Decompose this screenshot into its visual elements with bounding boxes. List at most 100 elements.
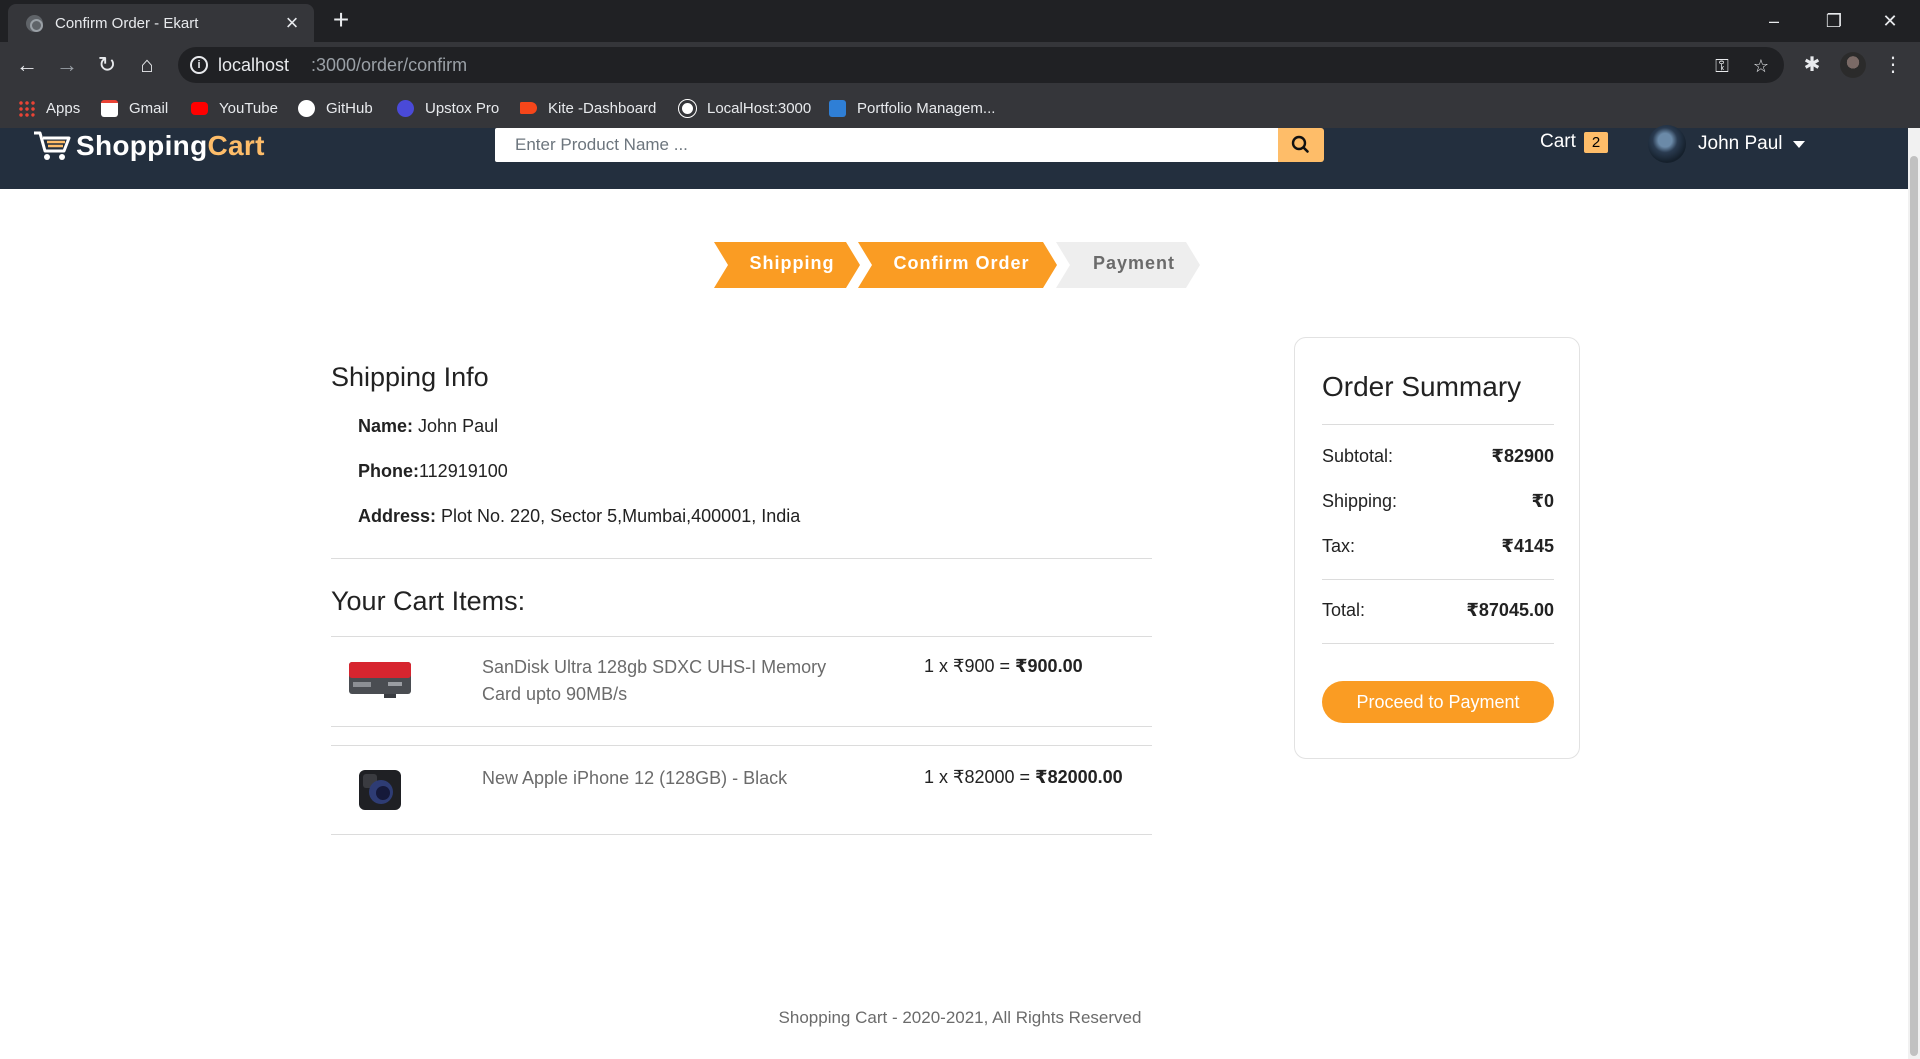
search-icon: [1291, 135, 1309, 153]
subtotal-value: ₹82900: [1491, 446, 1554, 466]
youtube-icon: [191, 101, 208, 115]
portfolio-icon: [829, 99, 846, 117]
apps-grid-icon: [18, 99, 35, 117]
divider: [331, 834, 1152, 835]
extensions-icon[interactable]: ✱: [1799, 52, 1825, 78]
bookmarks-bar: Apps Gmail YouTube GitHub Upstox Pro Kit…: [0, 88, 1920, 128]
total-value: ₹87045.00: [1466, 600, 1554, 620]
qty-price-text: 1 x ₹82000 =: [924, 767, 1036, 787]
reload-icon[interactable]: ↻: [91, 49, 123, 81]
bookmark-label: LocalHost:3000: [707, 99, 812, 117]
user-name: John Paul: [1698, 133, 1783, 154]
key-icon[interactable]: ⚿: [1711, 55, 1733, 77]
profile-avatar[interactable]: [1840, 52, 1866, 78]
back-arrow-icon[interactable]: ←: [11, 49, 43, 81]
step-confirm-order[interactable]: Confirm Order: [858, 242, 1057, 288]
shipping-info-title: Shipping Info: [331, 362, 489, 392]
shopping-cart-icon: [34, 131, 71, 160]
logo-text: ShoppingCart: [76, 130, 265, 162]
upstox-icon: [397, 99, 414, 117]
scrollbar-thumb[interactable]: [1910, 156, 1918, 1056]
name-value: John Paul: [413, 416, 499, 436]
browser-tab[interactable]: Confirm Order - Ekart ×: [8, 4, 314, 42]
bookmark-youtube[interactable]: YouTube: [191, 96, 278, 120]
info-icon[interactable]: i: [190, 56, 208, 74]
shipping-label: Shipping:: [1322, 491, 1398, 511]
shipping-row: Shipping: ₹0: [1322, 491, 1554, 515]
restore-button[interactable]: ❐: [1812, 6, 1856, 36]
name-label: Name:: [358, 416, 414, 436]
bookmark-label: Upstox Pro: [425, 99, 500, 117]
bookmark-github[interactable]: GitHub: [298, 96, 373, 120]
minimize-button[interactable]: –: [1752, 6, 1796, 36]
divider: [1322, 424, 1554, 425]
cart-item-link[interactable]: SanDisk Ultra 128gb SDXC UHS-I Memory Ca…: [482, 654, 842, 708]
shipping-phone: Phone:112919100: [358, 461, 508, 482]
home-icon[interactable]: ⌂: [131, 49, 163, 81]
caret-down-icon: [1792, 140, 1805, 148]
bookmark-upstox[interactable]: Upstox Pro: [397, 96, 499, 120]
browser-tab-bar: Confirm Order - Ekart × + – ❐ ✕: [0, 0, 1920, 42]
order-summary-title: Order Summary: [1322, 371, 1522, 402]
bookmark-kite[interactable]: Kite -Dashboard: [520, 96, 656, 120]
menu-dots-icon[interactable]: ⋮: [1880, 52, 1906, 78]
bookmark-label: Portfolio Managem...: [857, 99, 996, 117]
bookmark-portfolio[interactable]: Portfolio Managem...: [829, 96, 995, 120]
search-bar: [495, 128, 1324, 162]
globe-icon: [26, 15, 43, 32]
footer-text: Shopping Cart - 2020-2021, All Rights Re…: [778, 1008, 1142, 1027]
bookmark-gmail[interactable]: Gmail: [101, 96, 168, 120]
address-bar[interactable]: i localhost :3000/order/confirm ⚿ ☆: [178, 47, 1784, 83]
logo-accent-text: Cart: [207, 130, 265, 161]
cart-count-badge: 2: [1583, 131, 1609, 153]
close-icon[interactable]: ×: [280, 11, 304, 35]
divider: [1322, 643, 1554, 644]
new-tab-button[interactable]: +: [326, 6, 356, 36]
divider: [331, 558, 1152, 559]
step-label: Confirm Order: [893, 253, 1030, 273]
iphone-image: [359, 770, 401, 810]
divider: [1322, 579, 1554, 580]
shipping-address: Address: Plot No. 220, Sector 5,Mumbai,4…: [358, 506, 800, 527]
shipping-value: ₹0: [1531, 491, 1554, 511]
step-payment[interactable]: Payment: [1056, 242, 1200, 288]
forward-arrow-icon[interactable]: →: [51, 49, 83, 81]
proceed-to-payment-button[interactable]: Proceed to Payment: [1322, 681, 1554, 723]
url-path: :3000/order/confirm: [311, 55, 468, 75]
step-shipping[interactable]: Shipping: [714, 242, 860, 288]
subtotal-row: Subtotal: ₹82900: [1322, 446, 1554, 470]
star-icon[interactable]: ☆: [1750, 55, 1772, 77]
memory-card-image: [349, 662, 411, 698]
github-icon: [298, 99, 315, 117]
item-total: ₹900.00: [1015, 656, 1083, 676]
site-logo[interactable]: ShoppingCart: [32, 128, 265, 164]
bookmark-apps[interactable]: Apps: [18, 96, 80, 120]
order-summary-card: Order Summary Subtotal: ₹82900 Shipping:…: [1294, 337, 1580, 759]
cart-link[interactable]: Cart 2: [1540, 129, 1609, 155]
shipping-name: Name: John Paul: [358, 416, 498, 437]
kite-icon: [520, 102, 537, 114]
cart-item-price: 1 x ₹900 = ₹900.00: [924, 656, 1083, 677]
user-menu[interactable]: John Paul: [1648, 125, 1805, 163]
cart-item-link[interactable]: New Apple iPhone 12 (128GB) - Black: [482, 765, 842, 792]
tax-row: Tax: ₹4145: [1322, 536, 1554, 560]
total-row: Total: ₹87045.00: [1322, 600, 1554, 624]
bookmark-label: GitHub: [326, 99, 373, 117]
browser-toolbar: ← → ↻ ⌂ i localhost :3000/order/confirm …: [0, 42, 1920, 88]
bookmark-label: Apps: [46, 99, 81, 117]
divider: [331, 745, 1152, 746]
tax-label: Tax:: [1322, 536, 1356, 556]
search-button[interactable]: [1278, 128, 1324, 162]
divider: [331, 726, 1152, 727]
window-close-button[interactable]: ✕: [1868, 6, 1912, 36]
user-avatar: [1648, 125, 1686, 163]
page-scrollbar[interactable]: [1908, 128, 1920, 1059]
site-header: ShoppingCart Cart 2 John Paul: [0, 125, 1920, 189]
address-value: Plot No. 220, Sector 5,Mumbai,400001, In…: [436, 506, 801, 526]
bookmark-localhost[interactable]: LocalHost:3000: [678, 96, 812, 120]
step-label: Payment: [1092, 253, 1176, 273]
gmail-icon: [101, 99, 118, 117]
item-total: ₹82000.00: [1035, 767, 1123, 787]
search-input[interactable]: [495, 128, 1278, 162]
total-label: Total:: [1322, 600, 1366, 620]
